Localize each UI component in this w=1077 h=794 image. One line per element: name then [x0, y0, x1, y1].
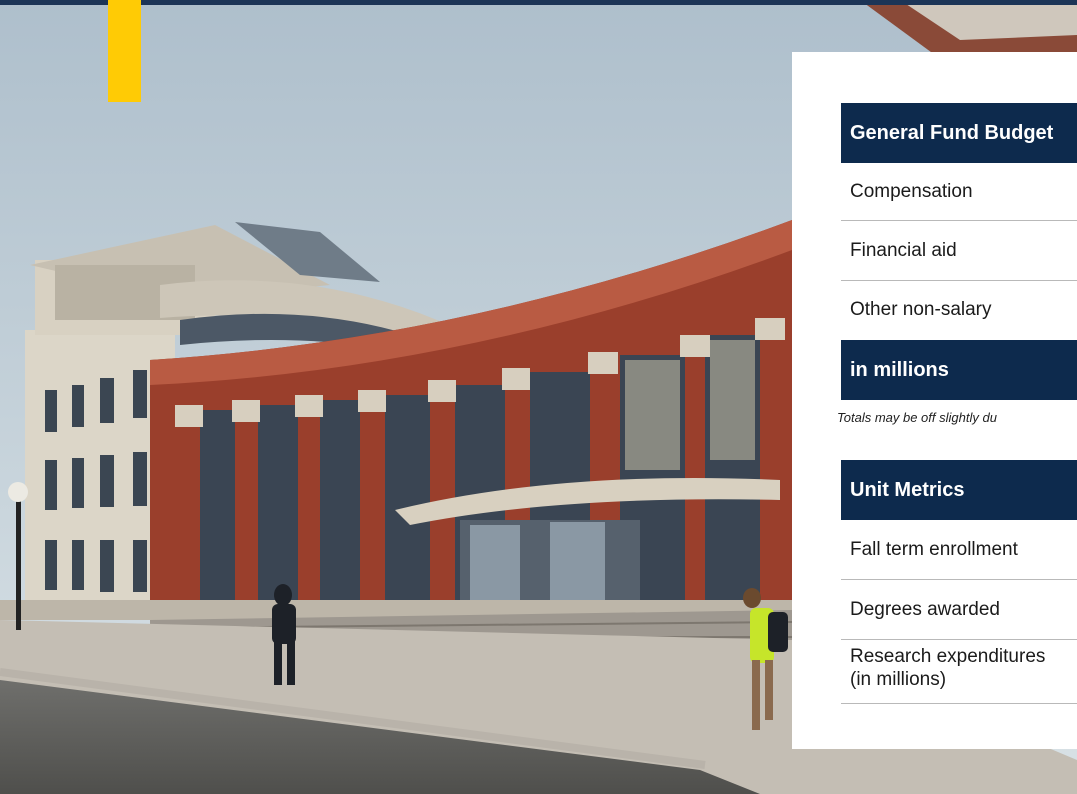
research-expenditures-label: Research expenditures — [850, 646, 1046, 667]
metric-row-degrees-awarded: Degrees awarded — [841, 580, 1077, 640]
budget-metrics-panel: General Fund Budget Compensation Financi… — [792, 52, 1077, 749]
general-fund-budget-header: General Fund Budget — [841, 103, 1077, 163]
budget-row-compensation: Compensation — [841, 163, 1077, 221]
totals-note: Totals may be off slightly du — [837, 410, 997, 425]
maize-accent-bar — [108, 0, 141, 102]
budget-row-financial-aid: Financial aid — [841, 221, 1077, 281]
research-expenditures-unit: (in millions) — [850, 669, 947, 690]
metric-row-fall-term-enrollment: Fall term enrollment — [841, 520, 1077, 580]
unit-metrics-header: Unit Metrics — [841, 460, 1077, 520]
metric-row-research-expenditures: Research expenditures (in millions) — [841, 640, 1077, 704]
budget-row-other-non-salary: Other non-salary — [850, 299, 992, 320]
in-millions-header: in millions — [841, 340, 1077, 400]
top-rule — [0, 0, 1077, 5]
